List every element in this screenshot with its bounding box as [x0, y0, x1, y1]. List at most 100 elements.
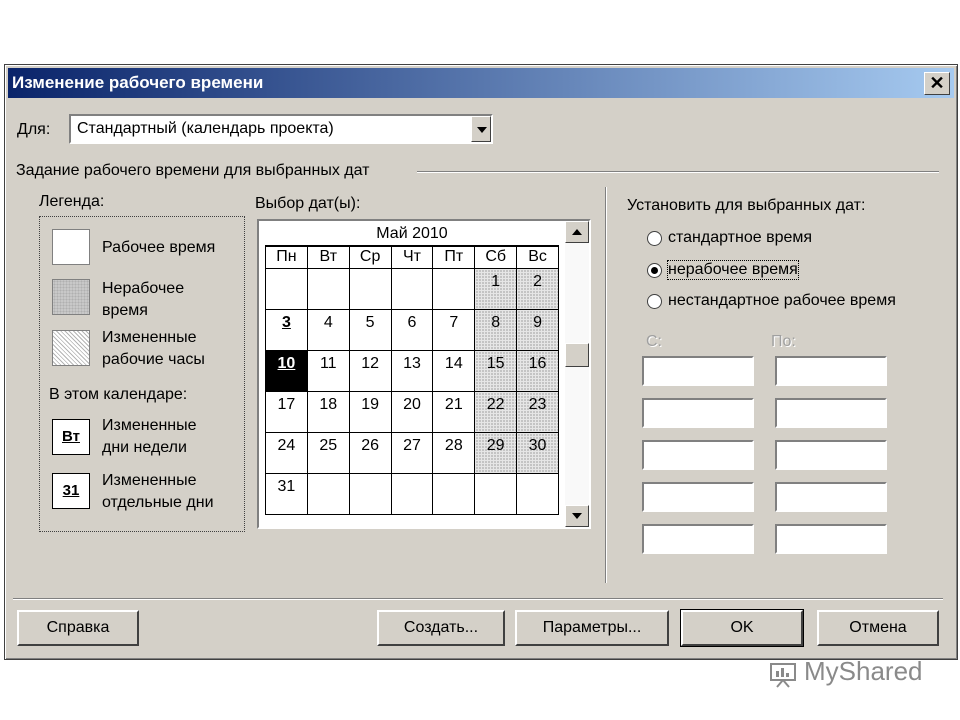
- calendar-day[interactable]: 22: [474, 391, 518, 433]
- calendar-grid: Май 2010 Пн Вт Ср Чт Пт Сб Вс 1 2 3 4 5 6 7 8 9 10 11 12 13…: [265, 223, 559, 515]
- calendar-day[interactable]: 18: [306, 391, 350, 433]
- radio-nonworking-time-label[interactable]: нерабочее время: [667, 260, 799, 280]
- calendar-day[interactable]: 25: [306, 432, 350, 474]
- from-time-input[interactable]: [642, 356, 754, 386]
- to-time-input[interactable]: [775, 482, 887, 512]
- calendar-day[interactable]: [390, 268, 434, 310]
- calendar-day[interactable]: 14: [432, 350, 476, 392]
- options-button[interactable]: Параметры...: [515, 610, 669, 646]
- create-button[interactable]: Создать...: [377, 610, 505, 646]
- calendar-day[interactable]: 1: [474, 268, 518, 310]
- calendar-day[interactable]: [474, 473, 518, 515]
- ok-button[interactable]: OK: [680, 609, 804, 647]
- legend-changed-days-2: отдельные дни: [102, 494, 214, 511]
- calendar-day[interactable]: 7: [432, 309, 476, 351]
- from-time-input[interactable]: [642, 482, 754, 512]
- scroll-up-icon[interactable]: [565, 221, 589, 243]
- calendar-day[interactable]: 10: [265, 350, 308, 392]
- calendar-day[interactable]: 31: [265, 473, 308, 515]
- vertical-divider: [605, 187, 607, 583]
- changed-days-icon: 31: [52, 473, 90, 509]
- from-time-input[interactable]: [642, 524, 754, 554]
- dialog-title: Изменение рабочего времени: [12, 73, 264, 92]
- legend-in-calendar: В этом календаре:: [49, 386, 188, 403]
- weekday-header: Пн: [265, 246, 308, 269]
- calendar-day[interactable]: 19: [348, 391, 392, 433]
- legend-working: Рабочее время: [102, 239, 216, 256]
- calendar-day[interactable]: 29: [474, 432, 518, 474]
- from-time-input[interactable]: [642, 440, 754, 470]
- calendar-table: Пн Вт Ср Чт Пт Сб Вс 1 2 3 4 5 6 7 8 9 10 11 12 13 14 15 16 17 1…: [265, 246, 559, 515]
- nonworking-time-swatch: [52, 279, 90, 315]
- calendar-day[interactable]: [306, 268, 350, 310]
- radio-custom-working-time-label[interactable]: нестандартное рабочее время: [668, 292, 896, 310]
- calendar-day[interactable]: 6: [390, 309, 434, 351]
- legend-changed-1: Измененные: [102, 329, 197, 346]
- calendar-day[interactable]: 8: [474, 309, 518, 351]
- legend-nonworking-1: Нерабочее: [102, 280, 185, 297]
- presentation-icon: [770, 663, 796, 688]
- close-icon: ✕: [929, 73, 945, 93]
- to-time-input[interactable]: [775, 398, 887, 428]
- legend-changed-days-1: Измененные: [102, 472, 197, 489]
- scroll-down-icon[interactable]: [565, 505, 589, 527]
- calendar-day[interactable]: 23: [516, 391, 559, 433]
- legend-changed-weekdays-2: дни недели: [102, 439, 187, 456]
- weekday-header: Сб: [474, 246, 518, 269]
- to-time-input[interactable]: [775, 356, 887, 386]
- calendar-day[interactable]: [348, 268, 392, 310]
- calendar-day[interactable]: 12: [348, 350, 392, 392]
- title-bar[interactable]: Изменение рабочего времени ✕: [8, 68, 954, 98]
- scroll-thumb[interactable]: [565, 343, 589, 367]
- close-button[interactable]: ✕: [924, 72, 950, 95]
- working-time-swatch: [52, 229, 90, 265]
- calendar-picker[interactable]: Май 2010 Пн Вт Ср Чт Пт Сб Вс 1 2 3 4 5 6 7 8 9 10 11 12 13…: [257, 219, 591, 529]
- calendar-day[interactable]: 27: [390, 432, 434, 474]
- calendar-day[interactable]: [432, 268, 476, 310]
- calendar-scrollbar[interactable]: [565, 221, 589, 527]
- radio-nonworking-time[interactable]: [647, 263, 662, 278]
- radio-standard-time[interactable]: [647, 231, 662, 246]
- calendar-day[interactable]: [390, 473, 434, 515]
- calendar-day[interactable]: 30: [516, 432, 559, 474]
- calendar-day[interactable]: 16: [516, 350, 559, 392]
- calendar-day[interactable]: [265, 268, 308, 310]
- calendar-month: Май 2010: [265, 223, 559, 246]
- to-time-input[interactable]: [775, 440, 887, 470]
- calendar-select[interactable]: Стандартный (календарь проекта): [69, 114, 493, 144]
- calendar-day[interactable]: 26: [348, 432, 392, 474]
- calendar-day[interactable]: 15: [474, 350, 518, 392]
- cancel-button[interactable]: Отмена: [817, 610, 939, 646]
- calendar-day[interactable]: 17: [265, 391, 308, 433]
- calendar-day[interactable]: 4: [306, 309, 350, 351]
- calendar-day[interactable]: [432, 473, 476, 515]
- calendar-day[interactable]: 9: [516, 309, 559, 351]
- changed-hours-swatch: [52, 330, 90, 366]
- calendar-day[interactable]: [516, 473, 559, 515]
- weekday-header: Вс: [516, 246, 559, 269]
- calendar-day[interactable]: 24: [265, 432, 308, 474]
- legend-title: Легенда:: [39, 193, 105, 210]
- legend-changed-weekdays-1: Измененные: [102, 417, 197, 434]
- to-label: По:: [771, 333, 796, 350]
- calendar-day[interactable]: 5: [348, 309, 392, 351]
- radio-custom-working-time[interactable]: [647, 294, 662, 309]
- calendar-day[interactable]: 21: [432, 391, 476, 433]
- calendar-day[interactable]: 13: [390, 350, 434, 392]
- calendar-day[interactable]: 28: [432, 432, 476, 474]
- calendar-day[interactable]: [348, 473, 392, 515]
- calendar-day[interactable]: 2: [516, 268, 559, 310]
- calendar-day[interactable]: 3: [265, 309, 308, 351]
- to-time-input[interactable]: [775, 524, 887, 554]
- calendar-select-value: Стандартный (календарь проекта): [77, 120, 334, 137]
- group-divider: [417, 171, 939, 173]
- calendar-day[interactable]: 11: [306, 350, 350, 392]
- calendar-day[interactable]: [306, 473, 350, 515]
- weekday-header: Вт: [306, 246, 350, 269]
- calendar-day[interactable]: 20: [390, 391, 434, 433]
- weekday-header: Пт: [432, 246, 476, 269]
- chevron-down-icon[interactable]: [471, 116, 491, 142]
- from-time-input[interactable]: [642, 398, 754, 428]
- help-button[interactable]: Справка: [17, 610, 139, 646]
- radio-standard-time-label[interactable]: стандартное время: [668, 229, 812, 247]
